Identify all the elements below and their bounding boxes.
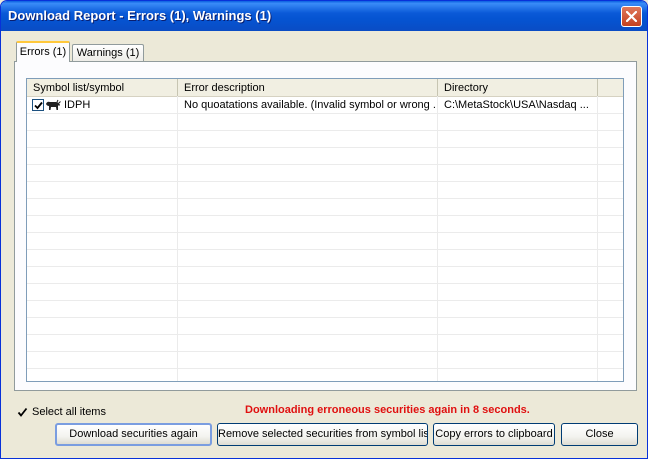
tab-warnings[interactable]: Warnings (1) <box>72 44 144 62</box>
close-window-button[interactable] <box>621 6 642 27</box>
grid-line <box>27 147 623 148</box>
select-all-label[interactable]: Select all items <box>32 406 106 418</box>
grid-line <box>27 113 623 114</box>
close-button[interactable]: Close <box>561 423 638 446</box>
tab-warnings-label: Warnings (1) <box>76 47 140 59</box>
remove-selected-securities-button[interactable]: Remove selected securities from symbol l… <box>217 423 428 446</box>
column-header-error-description[interactable]: Error description <box>178 79 438 96</box>
grid-line <box>27 198 623 199</box>
grid-line <box>597 96 598 381</box>
grid-line <box>27 266 623 267</box>
grid-line <box>27 130 623 131</box>
table-row[interactable]: IDPH No quoatations available. (Invalid … <box>27 97 623 113</box>
grid-line <box>177 96 178 381</box>
grid-line <box>27 334 623 335</box>
errors-list[interactable]: Symbol list/symbol Error description Dir… <box>26 78 624 382</box>
checkmark-icon <box>17 407 28 417</box>
column-header-spacer <box>598 79 623 96</box>
grid-line <box>27 351 623 352</box>
grid-line <box>27 317 623 318</box>
row-directory: C:\MetaStock\USA\Nasdaq ... <box>444 99 589 111</box>
column-header-directory[interactable]: Directory <box>438 79 598 96</box>
copy-errors-to-clipboard-button[interactable]: Copy errors to clipboard <box>433 423 555 446</box>
tab-errors-label: Errors (1) <box>19 46 67 58</box>
title-bar[interactable]: Download Report - Errors (1), Warnings (… <box>1 1 647 31</box>
row-symbol: IDPH <box>64 99 91 111</box>
checkmark-icon <box>34 101 43 110</box>
grid-line <box>27 181 623 182</box>
download-report-dialog: Download Report - Errors (1), Warnings (… <box>0 0 648 459</box>
download-securities-again-button[interactable]: Download securities again <box>55 423 212 446</box>
grid-line <box>27 232 623 233</box>
grid-line <box>27 164 623 165</box>
status-message: Downloading erroneous securities again i… <box>245 404 530 416</box>
grid-line <box>27 215 623 216</box>
tab-errors[interactable]: Errors (1) <box>16 41 70 62</box>
errors-tab-panel: Symbol list/symbol Error description Dir… <box>14 61 637 391</box>
row-checkbox[interactable] <box>32 99 44 111</box>
column-header-symbol[interactable]: Symbol list/symbol <box>27 79 178 96</box>
grid-line <box>437 96 438 381</box>
select-all-checkbox[interactable] <box>16 406 28 417</box>
grid-line <box>27 283 623 284</box>
grid-line <box>27 368 623 369</box>
list-header: Symbol list/symbol Error description Dir… <box>27 79 623 97</box>
grid-line <box>27 249 623 250</box>
close-icon <box>626 11 637 22</box>
grid-line <box>27 300 623 301</box>
row-error-description: No quoatations available. (Invalid symbo… <box>184 99 436 111</box>
window-title: Download Report - Errors (1), Warnings (… <box>8 8 272 23</box>
bull-icon <box>46 99 61 110</box>
